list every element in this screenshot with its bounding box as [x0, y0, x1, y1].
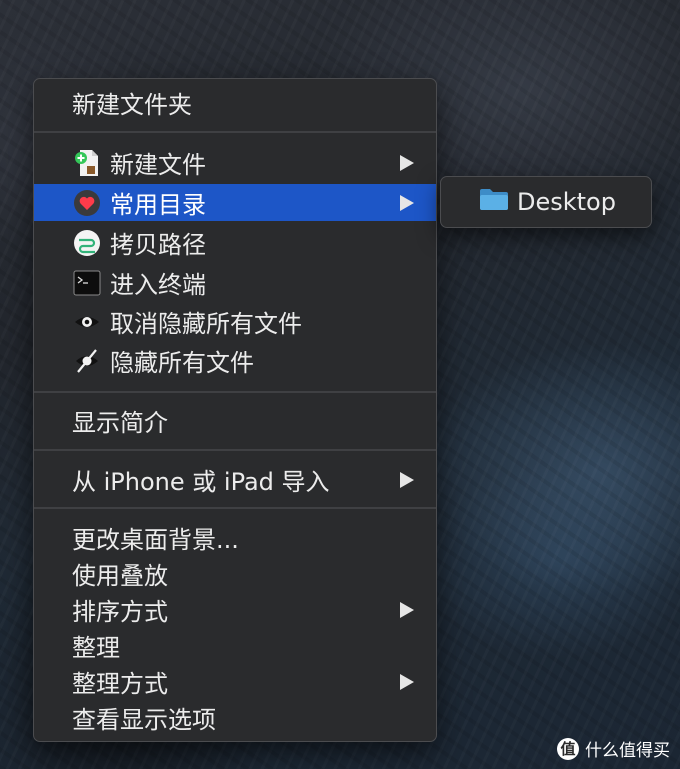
- new-file-icon: [72, 148, 102, 178]
- menu-item-change-background[interactable]: 更改桌面背景...: [34, 519, 436, 556]
- menu-item-label: 进入终端: [110, 271, 206, 299]
- menu-item-sort-by[interactable]: 排序方式: [34, 591, 436, 628]
- eye-icon: [72, 307, 102, 337]
- common-dirs-submenu: Desktop: [440, 176, 652, 228]
- menu-item-label: 拷贝路径: [110, 231, 206, 259]
- menu-separator: [34, 391, 436, 393]
- menu-item-label: 从 iPhone 或 iPad 导入: [72, 468, 330, 496]
- menu-item-label: 查看显示选项: [72, 706, 216, 734]
- menu-item-label: 整理方式: [72, 670, 168, 698]
- menu-item-open-terminal[interactable]: 进入终端: [34, 264, 436, 301]
- menu-item-new-file[interactable]: 新建文件: [34, 144, 436, 181]
- submenu-arrow-icon: [400, 194, 414, 211]
- menu-item-use-stacks[interactable]: 使用叠放: [34, 555, 436, 592]
- menu-item-label: 新建文件夹: [72, 91, 192, 119]
- eye-slash-icon: [72, 346, 102, 376]
- menu-item-label: 更改桌面背景...: [72, 526, 239, 554]
- submenu-arrow-icon: [400, 154, 414, 171]
- menu-item-view-options[interactable]: 查看显示选项: [34, 699, 436, 736]
- watermark: 值 什么值得买: [557, 736, 670, 761]
- submenu-arrow-icon: [400, 471, 414, 488]
- menu-separator: [34, 131, 436, 133]
- menu-item-common-dirs[interactable]: 常用目录: [34, 184, 436, 221]
- folder-icon: [479, 187, 517, 217]
- menu-item-label: 排序方式: [72, 598, 168, 626]
- menu-item-hide-all[interactable]: 隐藏所有文件: [34, 342, 436, 379]
- menu-item-label: 使用叠放: [72, 562, 168, 590]
- submenu-arrow-icon: [400, 673, 414, 690]
- watermark-text: 什么值得买: [585, 741, 670, 761]
- menu-separator: [34, 449, 436, 451]
- menu-item-label: 取消隐藏所有文件: [110, 310, 302, 338]
- menu-item-import-iphone[interactable]: 从 iPhone 或 iPad 导入: [34, 461, 436, 498]
- menu-item-label: 常用目录: [110, 191, 206, 219]
- terminal-icon: [72, 268, 102, 298]
- menu-item-label: 整理: [72, 634, 120, 662]
- menu-separator: [34, 507, 436, 509]
- menu-item-unhide-all[interactable]: 取消隐藏所有文件: [34, 303, 436, 340]
- menu-item-copy-path[interactable]: 拷贝路径: [34, 224, 436, 261]
- menu-item-clean-up-by[interactable]: 整理方式: [34, 663, 436, 700]
- heart-icon: [72, 188, 102, 218]
- menu-item-clean-up[interactable]: 整理: [34, 627, 436, 664]
- submenu-arrow-icon: [400, 601, 414, 618]
- menu-item-label: 显示简介: [72, 409, 168, 437]
- submenu-item-desktop[interactable]: Desktop: [517, 188, 616, 216]
- menu-item-new-folder[interactable]: 新建文件夹: [34, 84, 436, 121]
- menu-item-label: 隐藏所有文件: [110, 349, 254, 377]
- context-menu: 新建文件夹 新建文件 常用目录 拷贝路径 进入终端 取消隐藏所有文件 隐藏所有文…: [33, 78, 437, 742]
- copy-path-icon: [72, 228, 102, 258]
- menu-item-label: 新建文件: [110, 151, 206, 179]
- menu-item-get-info[interactable]: 显示简介: [34, 402, 436, 439]
- watermark-logo-icon: 值: [557, 737, 579, 760]
